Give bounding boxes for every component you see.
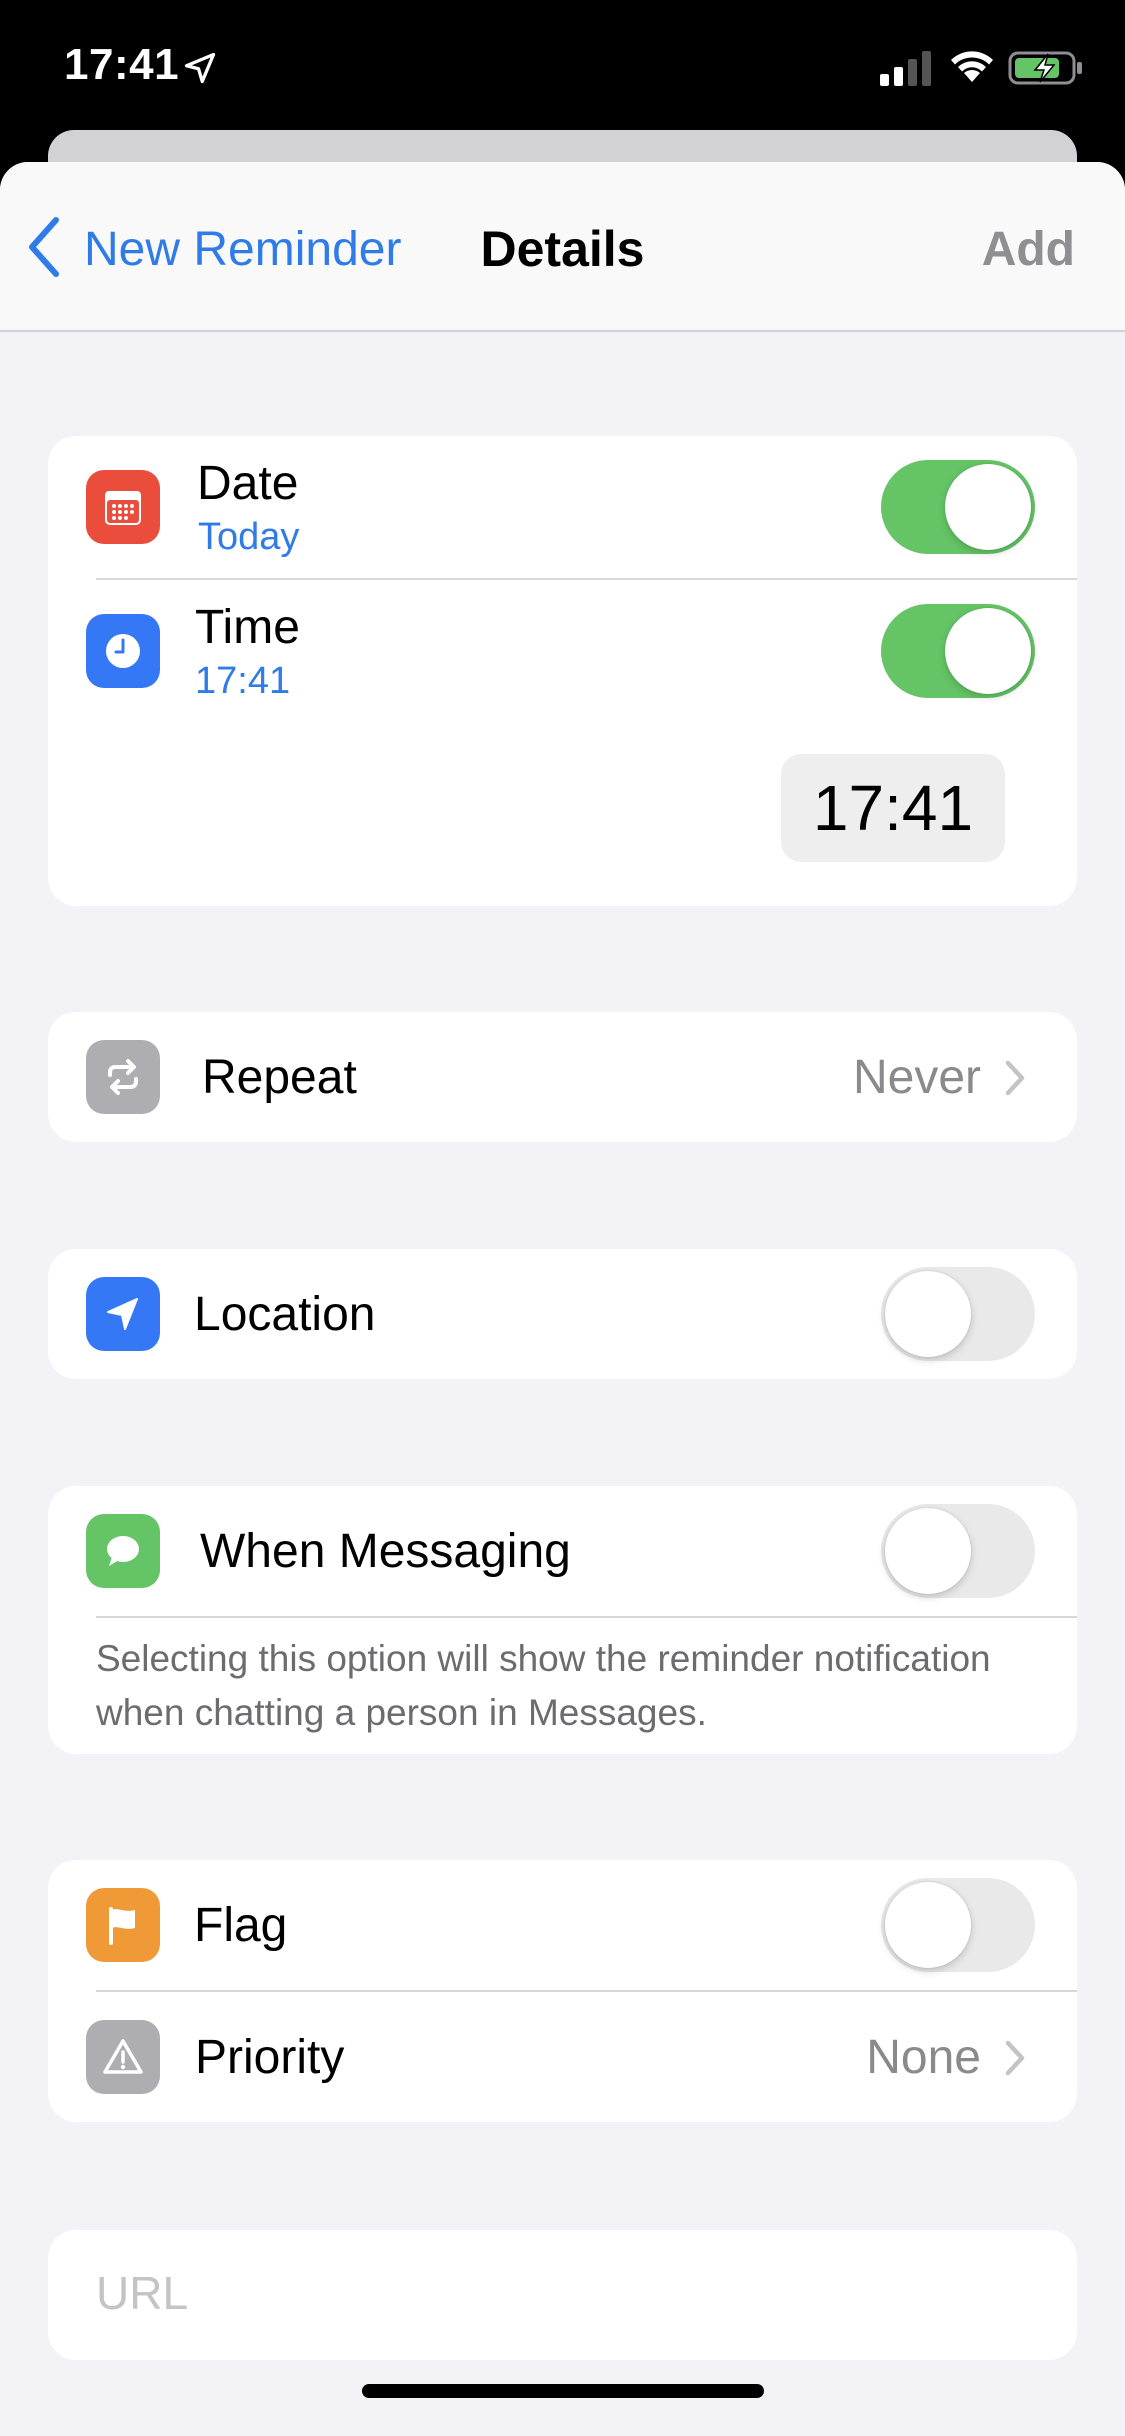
flag-toggle[interactable] — [881, 1878, 1035, 1972]
location-arrow-icon — [86, 1277, 160, 1351]
time-label: Time — [195, 601, 300, 654]
cellular-signal-icon — [880, 51, 931, 86]
wifi-icon — [951, 51, 993, 82]
priority-label: Priority — [195, 2031, 345, 2084]
flag-priority-card: Flag Priority None — [48, 1860, 1077, 2122]
repeat-row[interactable]: Repeat Never — [48, 1012, 1077, 1142]
home-indicator — [362, 2384, 764, 2398]
time-picker-button[interactable]: 17:41 — [781, 754, 1005, 862]
date-row[interactable]: Date Today — [48, 436, 1077, 578]
repeat-value: Never — [852, 1051, 981, 1104]
priority-row[interactable]: Priority None — [48, 1992, 1077, 2122]
date-value: Today — [198, 516, 300, 558]
toggle-knob — [885, 1882, 971, 1968]
separator — [96, 1616, 1077, 1618]
details-sheet: New Reminder Details Add Date Today Time… — [0, 162, 1125, 2436]
messaging-card: When Messaging Selecting this option wil… — [48, 1486, 1077, 1754]
toggle-knob — [945, 464, 1031, 550]
toggle-knob — [945, 608, 1031, 694]
url-card: URL — [48, 2230, 1077, 2360]
flag-icon — [86, 1888, 160, 1962]
chevron-right-icon — [1005, 2040, 1025, 2076]
time-value: 17:41 — [195, 660, 291, 702]
toggle-knob — [885, 1271, 971, 1357]
chevron-right-icon — [1005, 1060, 1025, 1096]
message-bubble-icon — [86, 1514, 160, 1588]
clock-icon — [86, 614, 160, 688]
location-row[interactable]: Location — [48, 1249, 1077, 1379]
priority-value: None — [866, 2031, 981, 2084]
location-services-icon — [184, 52, 216, 84]
warning-triangle-icon — [86, 2020, 160, 2094]
messaging-row[interactable]: When Messaging — [48, 1486, 1077, 1616]
status-time: 17:41 — [64, 40, 180, 89]
location-toggle[interactable] — [881, 1267, 1035, 1361]
date-time-card: Date Today Time 17:41 17:41 — [48, 436, 1077, 906]
url-field[interactable]: URL — [96, 2266, 188, 2320]
battery-charging-icon — [1008, 51, 1082, 85]
time-row[interactable]: Time 17:41 — [48, 580, 1077, 724]
navigation-bar: New Reminder Details Add — [0, 162, 1125, 332]
location-card: Location — [48, 1249, 1077, 1379]
date-label: Date — [197, 457, 299, 510]
messaging-label: When Messaging — [200, 1525, 571, 1578]
repeat-icon — [86, 1040, 160, 1114]
flag-row[interactable]: Flag — [48, 1860, 1077, 1990]
repeat-card: Repeat Never — [48, 1012, 1077, 1142]
repeat-label: Repeat — [202, 1051, 357, 1104]
location-label: Location — [194, 1288, 376, 1341]
toggle-knob — [885, 1508, 971, 1594]
flag-label: Flag — [194, 1899, 288, 1952]
messaging-footnote: Selecting this option will show the remi… — [96, 1638, 991, 1733]
messaging-toggle[interactable] — [881, 1504, 1035, 1598]
page-title: Details — [480, 221, 645, 277]
calendar-icon — [86, 470, 160, 544]
date-toggle[interactable] — [881, 460, 1035, 554]
add-button[interactable]: Add — [982, 222, 1075, 277]
time-toggle[interactable] — [881, 604, 1035, 698]
